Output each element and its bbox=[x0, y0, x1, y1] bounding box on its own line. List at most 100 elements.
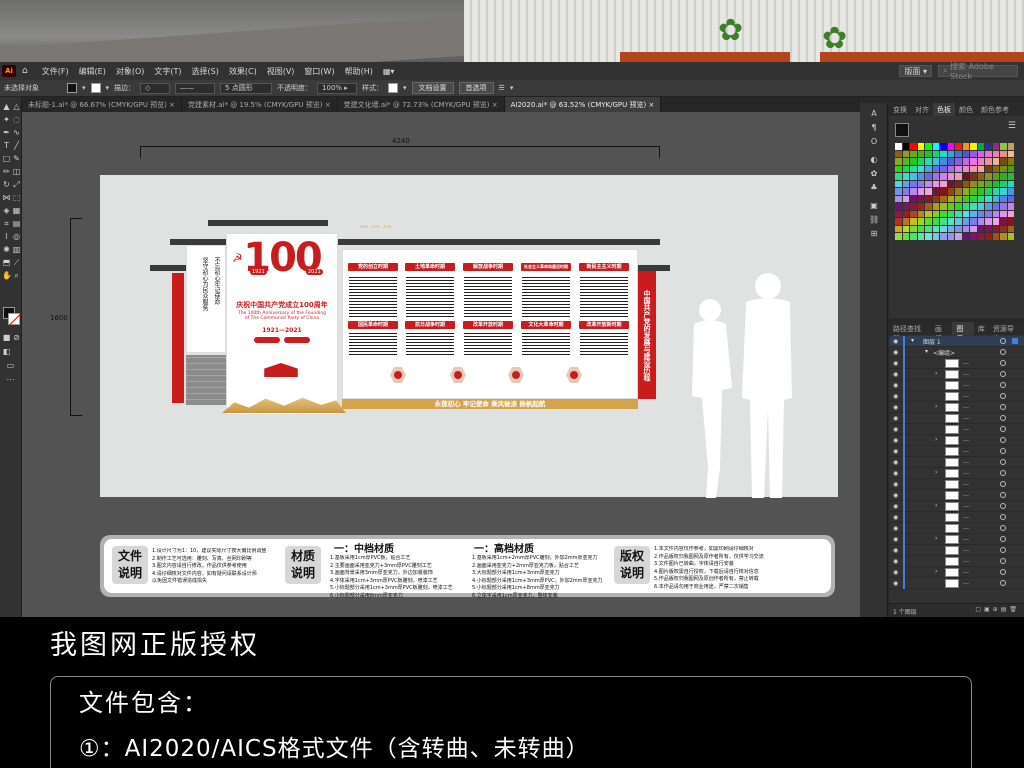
symbol-sprayer-icon[interactable]: ✺ bbox=[2, 245, 11, 254]
sublayer-row[interactable]: ◉… bbox=[889, 545, 1024, 556]
pen-tool-icon[interactable]: ✒ bbox=[2, 128, 11, 137]
menu-select[interactable]: 选择(S) bbox=[192, 66, 219, 77]
swatch[interactable] bbox=[962, 165, 969, 172]
swatch[interactable] bbox=[917, 173, 924, 180]
swatch[interactable] bbox=[992, 165, 999, 172]
swatch[interactable] bbox=[917, 195, 924, 202]
target-icon[interactable] bbox=[1000, 580, 1006, 586]
swatch[interactable] bbox=[902, 158, 909, 165]
swatch[interactable] bbox=[1007, 143, 1014, 150]
swatch[interactable] bbox=[910, 188, 917, 195]
target-icon[interactable] bbox=[1000, 569, 1006, 575]
chevron-down-icon[interactable]: ▾ bbox=[925, 348, 928, 355]
swatch[interactable] bbox=[932, 218, 939, 225]
swatch[interactable] bbox=[962, 233, 969, 240]
target-icon[interactable] bbox=[1000, 360, 1006, 366]
swatch[interactable] bbox=[895, 218, 902, 225]
swatch[interactable] bbox=[932, 150, 939, 157]
swatch[interactable] bbox=[992, 188, 999, 195]
swatch[interactable] bbox=[1000, 188, 1007, 195]
tab-libraries[interactable]: 库 bbox=[974, 322, 989, 335]
current-fill-swatch[interactable] bbox=[895, 123, 909, 137]
swatch[interactable] bbox=[947, 165, 954, 172]
sublayer-row[interactable]: ◉… bbox=[889, 391, 1024, 402]
swatch[interactable] bbox=[977, 173, 984, 180]
eye-icon[interactable]: ◉ bbox=[893, 536, 898, 543]
swatch[interactable] bbox=[902, 218, 909, 225]
swatch[interactable] bbox=[932, 195, 939, 202]
swatch[interactable] bbox=[910, 218, 917, 225]
target-icon[interactable] bbox=[1000, 459, 1006, 465]
sublayer-row[interactable]: ◉… bbox=[889, 556, 1024, 567]
swatch[interactable] bbox=[895, 165, 902, 172]
menu-object[interactable]: 对象(O) bbox=[116, 66, 145, 77]
variable-width-profile[interactable]: —— bbox=[175, 82, 216, 94]
swatch[interactable] bbox=[947, 203, 954, 210]
target-icon[interactable] bbox=[1000, 415, 1006, 421]
sublayer-row[interactable]: ◉ ›… bbox=[889, 534, 1024, 545]
stroke-weight-input[interactable]: ◇ bbox=[140, 82, 171, 94]
swatch[interactable] bbox=[1000, 158, 1007, 165]
swatch[interactable] bbox=[932, 143, 939, 150]
eye-icon[interactable]: ◉ bbox=[893, 448, 898, 455]
target-icon[interactable] bbox=[1000, 382, 1006, 388]
swatch[interactable] bbox=[955, 210, 962, 217]
sublayer-row[interactable]: ◉… bbox=[889, 490, 1024, 501]
chevron-down-icon[interactable]: ▾ bbox=[106, 84, 110, 92]
swatch[interactable] bbox=[910, 173, 917, 180]
sublayer-row[interactable]: ◉ ›… bbox=[889, 402, 1024, 413]
swatch[interactable] bbox=[955, 233, 962, 240]
home-icon[interactable]: ⌂ bbox=[22, 66, 28, 76]
swatch[interactable] bbox=[962, 210, 969, 217]
swatch[interactable] bbox=[992, 225, 999, 232]
eye-icon[interactable]: ◉ bbox=[893, 338, 898, 345]
layer-actions-icon[interactable]: ▢▣⊕▤🗑 bbox=[975, 606, 1020, 613]
eye-icon[interactable]: ◉ bbox=[893, 415, 898, 422]
swatch[interactable] bbox=[925, 195, 932, 202]
target-icon[interactable] bbox=[1000, 492, 1006, 498]
preferences-button[interactable]: 首选项 bbox=[458, 82, 494, 94]
chevron-down-icon[interactable]: ▾ bbox=[911, 337, 914, 344]
sublayer-row[interactable]: ◉… bbox=[889, 446, 1024, 457]
swatch[interactable] bbox=[977, 180, 984, 187]
tab-color[interactable]: 颜色 bbox=[955, 103, 977, 116]
swatch[interactable] bbox=[902, 143, 909, 150]
swatch[interactable] bbox=[977, 158, 984, 165]
swatch[interactable] bbox=[947, 188, 954, 195]
swatch[interactable] bbox=[977, 218, 984, 225]
eye-icon[interactable]: ◉ bbox=[893, 360, 898, 367]
swatch[interactable] bbox=[1000, 203, 1007, 210]
swatch[interactable] bbox=[985, 195, 992, 202]
rectangle-tool-icon[interactable]: □ bbox=[2, 154, 11, 163]
zoom-tool-icon[interactable]: ⌕ bbox=[12, 271, 21, 280]
swatch[interactable] bbox=[1007, 188, 1014, 195]
swatch[interactable] bbox=[955, 188, 962, 195]
sublayer-row[interactable]: ◉… bbox=[889, 523, 1024, 534]
swatch[interactable] bbox=[940, 158, 947, 165]
eraser-icon[interactable]: ◫ bbox=[12, 167, 21, 176]
swatch[interactable] bbox=[895, 180, 902, 187]
chevron-down-icon[interactable]: ▾ bbox=[403, 84, 407, 92]
swatch[interactable] bbox=[902, 180, 909, 187]
menu-file[interactable]: 文件(F) bbox=[42, 66, 69, 77]
swatch[interactable] bbox=[962, 195, 969, 202]
swatch[interactable] bbox=[970, 233, 977, 240]
hand-tool-icon[interactable]: ✋ bbox=[2, 271, 12, 280]
swatch[interactable] bbox=[962, 158, 969, 165]
swatch[interactable] bbox=[925, 188, 932, 195]
sublayer-row[interactable]: ◉… bbox=[889, 512, 1024, 523]
swatch[interactable] bbox=[977, 150, 984, 157]
swatch[interactable] bbox=[962, 225, 969, 232]
swatch[interactable] bbox=[985, 233, 992, 240]
swatch[interactable] bbox=[910, 225, 917, 232]
line-tool-icon[interactable]: ╱ bbox=[12, 141, 21, 150]
swatch[interactable] bbox=[932, 165, 939, 172]
sublayer-row[interactable]: ◉… bbox=[889, 479, 1024, 490]
swatch[interactable] bbox=[910, 203, 917, 210]
swatch[interactable] bbox=[970, 180, 977, 187]
free-transform-icon[interactable]: ⬚ bbox=[12, 193, 21, 202]
swatch[interactable] bbox=[962, 150, 969, 157]
swatch[interactable] bbox=[917, 218, 924, 225]
target-icon[interactable] bbox=[1000, 426, 1006, 432]
swatch[interactable] bbox=[992, 233, 999, 240]
